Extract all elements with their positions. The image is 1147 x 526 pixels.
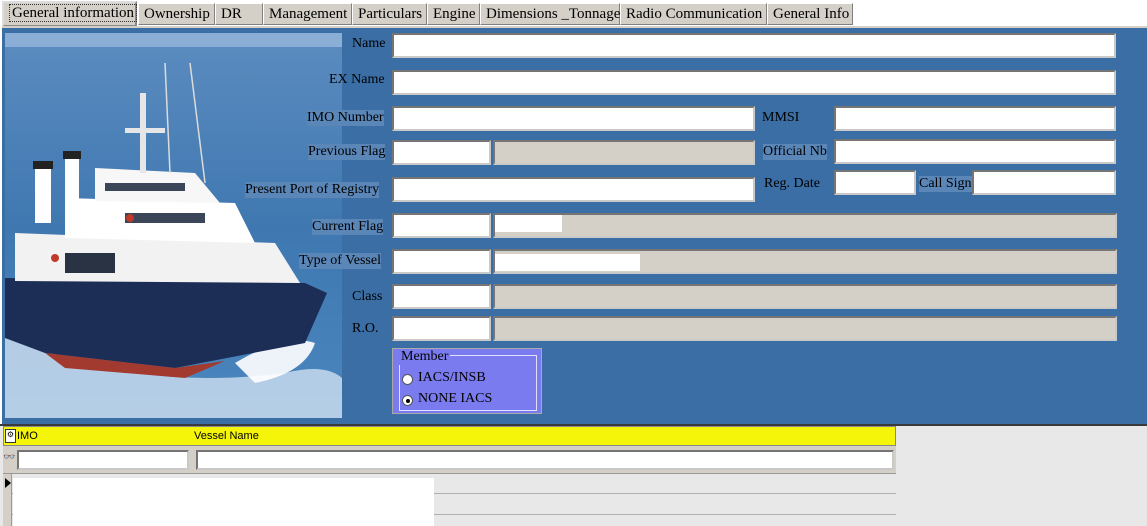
current-flag-selection bbox=[495, 215, 562, 232]
current-row-arrow-icon bbox=[5, 478, 11, 488]
tab-strip: General information Ownership DR Managem… bbox=[0, 0, 1147, 27]
ro-label: R.O. bbox=[352, 321, 379, 336]
present-port-label: Present Port of Registry bbox=[245, 182, 380, 198]
imo-number-label: IMO Number bbox=[307, 110, 384, 126]
tab-label: General information bbox=[9, 4, 138, 22]
name-field[interactable] bbox=[392, 33, 1116, 58]
current-flag-name-field bbox=[493, 213, 1117, 238]
name-label: Name bbox=[352, 36, 386, 51]
tab-general-info[interactable]: General Info bbox=[767, 3, 853, 25]
class-name-field bbox=[493, 284, 1117, 309]
type-of-vessel-label: Type of Vessel bbox=[299, 253, 381, 269]
ro-name-field bbox=[493, 316, 1117, 341]
reg-date-label: Reg. Date bbox=[764, 176, 820, 191]
previous-flag-label: Previous Flag bbox=[308, 144, 386, 160]
call-sign-field[interactable] bbox=[972, 170, 1116, 195]
row-selector-column bbox=[3, 474, 12, 526]
mmsi-label: MMSI bbox=[762, 110, 800, 125]
previous-flag-code-field[interactable] bbox=[392, 140, 491, 165]
iacs-insb-label: IACS/INSB bbox=[418, 370, 486, 385]
imo-number-field[interactable] bbox=[392, 106, 755, 131]
ro-code-field[interactable] bbox=[392, 316, 491, 341]
imo-filter-input[interactable] bbox=[17, 450, 189, 470]
iacs-insb-radio[interactable] bbox=[402, 374, 413, 385]
grid-options-icon[interactable]: ⚙ bbox=[5, 429, 16, 443]
vessel-grid-header: ⚙ IMO Vessel Name bbox=[3, 426, 896, 446]
tab-dimensions-tonnage[interactable]: Dimensions _Tonnage bbox=[480, 3, 620, 25]
class-label: Class bbox=[352, 289, 383, 304]
imo-column-header[interactable]: IMO bbox=[17, 430, 38, 442]
grid-filter-row: 👓 bbox=[3, 446, 896, 474]
member-legend: Member bbox=[399, 349, 451, 365]
tab-ownership[interactable]: Ownership bbox=[138, 3, 215, 25]
member-group: Member IACS/INSB NONE IACS bbox=[392, 348, 542, 414]
tab-dr[interactable]: DR bbox=[215, 3, 263, 25]
ex-name-field[interactable] bbox=[392, 70, 1116, 95]
binoculars-icon: 👓 bbox=[3, 452, 16, 463]
present-port-field[interactable] bbox=[392, 177, 755, 202]
tab-particulars[interactable]: Particulars bbox=[352, 3, 427, 25]
table-row[interactable] bbox=[13, 478, 434, 526]
official-nb-field[interactable] bbox=[834, 139, 1116, 164]
vessel-name-filter-input[interactable] bbox=[196, 450, 894, 470]
official-nb-label: Official Nb bbox=[763, 144, 827, 160]
vessel-name-column-header[interactable]: Vessel Name bbox=[194, 430, 259, 442]
ex-name-label: EX Name bbox=[329, 72, 385, 87]
call-sign-label: Call Sign bbox=[919, 176, 972, 192]
current-flag-code-field[interactable] bbox=[392, 213, 491, 238]
tab-general-information[interactable]: General information bbox=[2, 1, 138, 27]
current-flag-label: Current Flag bbox=[312, 219, 384, 235]
vessel-image bbox=[5, 33, 342, 418]
tab-radio-communication[interactable]: Radio Communication bbox=[620, 3, 767, 25]
mmsi-field[interactable] bbox=[834, 106, 1116, 131]
type-of-vessel-code-field[interactable] bbox=[392, 249, 491, 274]
class-code-field[interactable] bbox=[392, 284, 491, 309]
previous-flag-name-field bbox=[493, 140, 755, 165]
reg-date-field[interactable] bbox=[834, 170, 916, 195]
none-iacs-label: NONE IACS bbox=[418, 391, 493, 406]
tab-engine[interactable]: Engine bbox=[427, 3, 480, 25]
tab-management[interactable]: Management bbox=[263, 3, 352, 25]
none-iacs-radio[interactable] bbox=[402, 395, 413, 406]
type-of-vessel-selection bbox=[495, 254, 640, 271]
